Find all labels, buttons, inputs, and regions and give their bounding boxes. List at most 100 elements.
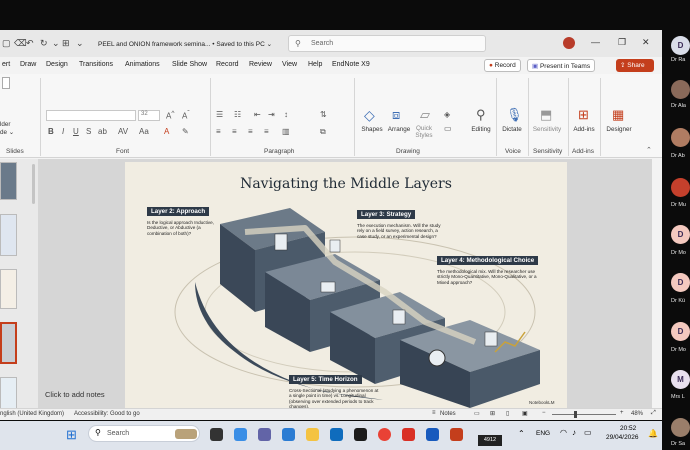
paste-icon[interactable] (2, 77, 10, 89)
acrobat-icon[interactable] (402, 428, 415, 441)
file-explorer-icon[interactable] (306, 428, 319, 441)
shapes-icon[interactable]: ◇ (364, 107, 375, 124)
callout-layer-4[interactable]: Layer 4: Methodological Choice The metho… (437, 249, 543, 285)
notes-pane[interactable]: Click to add notes (45, 390, 105, 399)
slide[interactable]: Navigating the Middle Layers Layer 2: Ap… (125, 162, 567, 409)
tab-draw[interactable]: Draw (20, 61, 36, 68)
quick-styles-icon[interactable]: ▱ (420, 107, 430, 123)
spacing-icon[interactable]: AV (118, 127, 128, 136)
tab-review[interactable]: Review (249, 61, 272, 68)
wifi-icon[interactable]: ◠ (560, 428, 567, 437)
close-button[interactable]: ✕ (642, 37, 650, 48)
participant-avatar[interactable] (671, 80, 690, 99)
search-input[interactable]: ⚲ Search (288, 35, 486, 52)
store-icon[interactable] (354, 428, 367, 441)
underline-icon[interactable]: U (73, 127, 79, 136)
tab-help[interactable]: Help (308, 61, 322, 68)
language-status[interactable]: nglish (United Kingdom) (0, 411, 64, 417)
participant-avatar[interactable]: M (671, 370, 690, 389)
designer-label[interactable]: Designer (602, 126, 636, 133)
slideshow-icon[interactable]: ▣ (522, 410, 528, 417)
font-color-icon[interactable]: A (164, 127, 169, 136)
participant-avatar[interactable]: D (671, 225, 690, 244)
thumbnail-scrollbar[interactable] (32, 164, 35, 204)
redo-icon[interactable]: ↻ (40, 38, 48, 49)
layout-label[interactable]: de ⌄ (0, 129, 14, 136)
tab-view[interactable]: View (282, 61, 297, 68)
font-size-field[interactable]: 32 (138, 110, 160, 121)
chrome-icon[interactable] (378, 428, 391, 441)
zoom-out-icon[interactable]: − (542, 410, 546, 416)
edge-icon[interactable] (282, 428, 295, 441)
dictate-label[interactable]: Dictate (499, 126, 525, 133)
slide-sorter-icon[interactable]: ⊞ (490, 410, 495, 417)
strikethrough-icon[interactable]: S (86, 127, 91, 136)
slide-title[interactable]: Navigating the Middle Layers (125, 176, 567, 192)
task-view-icon[interactable] (210, 428, 223, 441)
editing-label[interactable]: Editing (467, 126, 495, 133)
record-button[interactable]: ● Record (484, 59, 521, 72)
new-slide-label[interactable]: lder (0, 121, 11, 128)
widgets-icon[interactable] (234, 428, 247, 441)
editing-icon[interactable]: ⚲ (476, 107, 486, 123)
windows-start-icon[interactable]: ⊞ (66, 427, 77, 443)
align-left-icon[interactable]: ≡ (216, 127, 221, 136)
volume-icon[interactable]: ♪ (572, 428, 576, 437)
battery-icon[interactable]: ▭ (584, 428, 592, 437)
shape-fill-icon[interactable]: ◈ (444, 110, 450, 119)
quick-styles-label[interactable]: Quick Styles (412, 125, 436, 139)
highlight-icon[interactable]: ✎ (182, 127, 189, 136)
slide-thumbnail[interactable] (0, 214, 17, 256)
participant-avatar[interactable] (671, 178, 690, 197)
more-icon[interactable]: ⌄ (76, 38, 84, 49)
powerpoint-icon[interactable] (450, 428, 463, 441)
indent-icon[interactable]: ⇤ (254, 110, 261, 119)
tray-overflow-icon[interactable]: ⌃ (518, 429, 525, 438)
smartart-icon[interactable]: ⧉ (320, 127, 326, 137)
zoom-slider[interactable] (552, 414, 616, 415)
eraser-icon[interactable]: ⌫ (14, 38, 27, 49)
tab-record[interactable]: Record (216, 61, 239, 68)
text-direction-icon[interactable]: ⇅ (320, 110, 327, 119)
notes-toggle[interactable]: Notes (440, 411, 456, 417)
participant-avatar[interactable]: D (671, 273, 690, 292)
tab-design[interactable]: Design (46, 61, 68, 68)
outlook-icon[interactable] (330, 428, 343, 441)
change-case-icon[interactable]: Aa (139, 127, 149, 136)
customize-icon[interactable]: ⌄ (52, 38, 60, 49)
callout-layer-3[interactable]: Layer 3: Strategy The execution mechanis… (357, 203, 441, 239)
undo-icon[interactable]: ↶ (26, 38, 34, 49)
align-center-icon[interactable]: ≡ (232, 127, 237, 136)
notifications-icon[interactable]: 🔔 (648, 429, 658, 438)
columns-icon[interactable]: ▥ (282, 127, 290, 136)
participant-avatar[interactable]: D (671, 36, 690, 55)
bold-icon[interactable]: B (48, 127, 54, 136)
shapes-label[interactable]: Shapes (358, 126, 386, 133)
slide-thumbnail-selected[interactable] (0, 322, 17, 364)
zoom-in-icon[interactable]: + (620, 410, 624, 416)
normal-view-icon[interactable]: ▭ (474, 410, 480, 417)
callout-layer-2[interactable]: Layer 2: Approach Is the logical approac… (147, 200, 225, 236)
reading-view-icon[interactable]: ▯ (506, 410, 509, 417)
bullets-icon[interactable]: ☰ (216, 110, 223, 119)
participant-avatar[interactable]: D (671, 322, 690, 341)
restore-button[interactable]: ❐ (618, 37, 626, 48)
sensitivity-button-label[interactable]: Sensitivity (529, 126, 565, 133)
save-icon[interactable]: ▢ (2, 38, 11, 49)
shrink-font-icon[interactable]: Aˇ (182, 110, 190, 121)
shadow-icon[interactable]: ab (98, 127, 107, 136)
designer-icon[interactable]: ▦ (612, 107, 624, 123)
collapse-ribbon-icon[interactable]: ⌃ (646, 146, 652, 154)
callout-layer-5[interactable]: Layer 5: Time Horizon Cross-Sectional (s… (289, 368, 379, 409)
numbering-icon[interactable]: ☷ (234, 110, 241, 119)
outdent-icon[interactable]: ⇥ (268, 110, 275, 119)
slide-thumbnail[interactable] (0, 269, 17, 309)
teams-icon[interactable] (258, 428, 271, 441)
share-button[interactable]: ⇪ Share ⌄ (616, 59, 654, 77)
language-indicator[interactable]: ENG (536, 430, 550, 437)
zoom-level[interactable]: 48% (631, 411, 643, 417)
participant-avatar[interactable] (671, 418, 690, 437)
tab-animations[interactable]: Animations (125, 61, 160, 68)
add-ins-icon[interactable]: ⊞ (578, 107, 589, 123)
document-title[interactable]: PEEL and ONION framework semina... • Sav… (98, 40, 272, 48)
